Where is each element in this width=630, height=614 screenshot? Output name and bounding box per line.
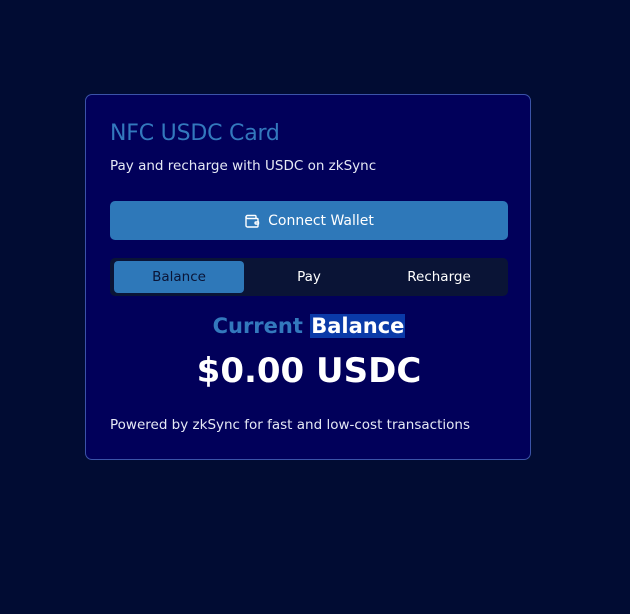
wallet-icon — [244, 213, 260, 229]
tab-recharge[interactable]: Recharge — [374, 261, 504, 293]
connect-wallet-label: Connect Wallet — [268, 212, 374, 229]
tab-balance[interactable]: Balance — [114, 261, 244, 293]
tab-bar: Balance Pay Recharge — [110, 258, 508, 296]
nfc-card: NFC USDC Card Pay and recharge with USDC… — [85, 94, 531, 460]
footer-text: Powered by zkSync for fast and low-cost … — [110, 417, 470, 433]
balance-amount: $0.00 USDC — [196, 351, 422, 391]
balance-heading-prefix: Current — [212, 314, 303, 338]
balance-heading-highlight: Balance — [310, 314, 406, 338]
balance-heading: Current Balance — [86, 314, 532, 338]
card-subtitle: Pay and recharge with USDC on zkSync — [110, 158, 377, 174]
tab-pay[interactable]: Pay — [244, 261, 374, 293]
connect-wallet-button[interactable]: Connect Wallet — [110, 201, 508, 240]
card-title: NFC USDC Card — [110, 121, 280, 146]
